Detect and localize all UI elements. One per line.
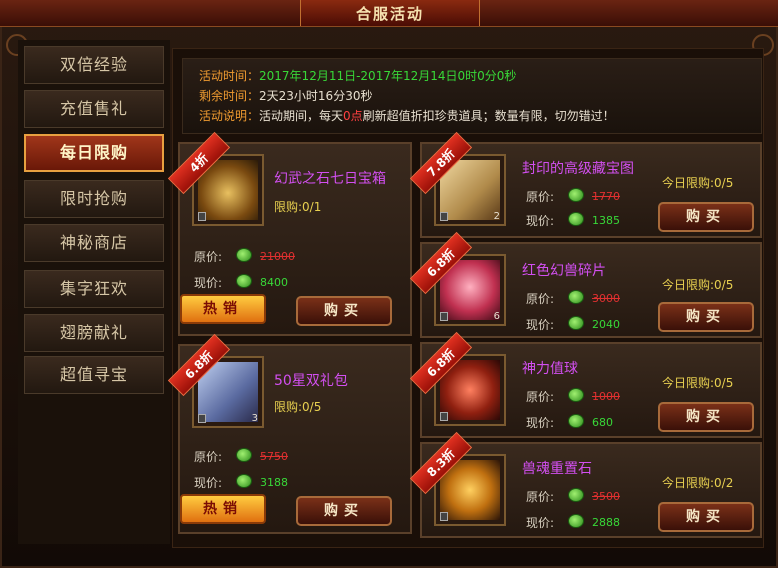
daily-limit: 今日限购:0/2 xyxy=(662,476,734,490)
lock-icon xyxy=(440,512,448,521)
purchase-limit: 限购:0/5 xyxy=(274,400,322,414)
jade-coin-icon xyxy=(236,448,252,462)
sidebar-item-wings-gift[interactable]: 翅膀献礼 xyxy=(24,314,164,352)
original-price-label: 原价: xyxy=(526,292,555,306)
lock-icon xyxy=(198,414,206,423)
current-price: 8400 xyxy=(260,276,288,289)
current-price: 1385 xyxy=(592,214,620,227)
lock-icon xyxy=(440,312,448,321)
current-price-label: 现价: xyxy=(526,516,555,530)
original-price: 3000 xyxy=(592,292,620,305)
jade-coin-icon xyxy=(568,188,584,202)
remaining-time-label: 剩余时间： xyxy=(199,89,260,103)
buy-button[interactable]: 购买 xyxy=(296,296,392,326)
product-card: 8.3折 兽魂重置石 原价: 3500 现价: 2888 今日限购:0/2 购买 xyxy=(409,431,762,538)
product-card: 6.8折 神力值球 原价: 1000 现价: 680 今日限购:0/5 购买 xyxy=(409,331,762,438)
activity-desc-line: 活动说明：活动期间，每天0点刷新超值折扣珍贵道具；数量有限，切勿错过！ xyxy=(199,107,615,124)
current-price-label: 现价: xyxy=(526,318,555,332)
current-price-label: 现价: xyxy=(194,276,223,290)
original-price: 5750 xyxy=(260,450,288,463)
jade-coin-icon xyxy=(236,248,252,262)
product-card: 4折 幻武之石七日宝箱 限购:0/1 原价: 21000 现价: 8400 热销… xyxy=(167,131,412,336)
product-name: 幻武之石七日宝箱 xyxy=(274,171,386,187)
sidebar-item-mystery-shop[interactable]: 神秘商店 xyxy=(24,224,164,262)
remaining-time-line: 剩余时间：2天23小时16分30秒 xyxy=(199,87,372,104)
product-name: 神力值球 xyxy=(522,361,578,377)
buy-button[interactable]: 购买 xyxy=(296,496,392,526)
lock-icon xyxy=(198,212,206,221)
original-price-label: 原价: xyxy=(194,450,223,464)
buy-button[interactable]: 购买 xyxy=(658,402,754,432)
activity-time-label: 活动时间： xyxy=(199,69,260,83)
jade-coin-icon xyxy=(236,274,252,288)
item-quantity: 6 xyxy=(493,311,500,322)
original-price-label: 原价: xyxy=(194,250,223,264)
activity-time-value: 2017年12月11日-2017年12月14日0时0分0秒 xyxy=(259,69,517,83)
purchase-limit: 限购:0/1 xyxy=(274,200,322,214)
original-price: 1770 xyxy=(592,190,620,203)
sidebar-item-flash-sale[interactable]: 限时抢购 xyxy=(24,180,164,218)
daily-limit: 今日限购:0/5 xyxy=(662,376,734,390)
title-bar: 合服活动 xyxy=(0,0,778,27)
activity-desc-label: 活动说明： xyxy=(199,109,260,123)
current-price: 2040 xyxy=(592,318,620,331)
jade-coin-icon xyxy=(568,514,584,528)
product-name: 封印的高级藏宝图 xyxy=(522,161,634,177)
activity-desc-text-2: 刷新超值折扣珍贵道具；数量有限，切勿错过！ xyxy=(362,109,615,123)
lock-icon xyxy=(440,412,448,421)
activity-desc-highlight: 0点 xyxy=(343,109,363,123)
current-price-label: 现价: xyxy=(194,476,223,490)
current-price: 680 xyxy=(592,416,613,429)
jade-coin-icon xyxy=(568,316,584,330)
current-price: 3188 xyxy=(260,476,288,489)
activity-info: 活动时间：2017年12月11日-2017年12月14日0时0分0秒 剩余时间：… xyxy=(182,58,762,134)
product-card: 3 6.8折 50星双礼包 限购:0/5 原价: 5750 现价: 3188 热… xyxy=(167,333,412,534)
sidebar-item-treasure-hunt[interactable]: 超值寻宝 xyxy=(24,356,164,394)
hot-sale-badge: 热销 xyxy=(180,494,266,524)
product-name: 兽魂重置石 xyxy=(522,461,592,477)
sidebar-item-daily-limit[interactable]: 每日限购 xyxy=(24,134,164,172)
original-price: 3500 xyxy=(592,490,620,503)
original-price-label: 原价: xyxy=(526,490,555,504)
original-price-label: 原价: xyxy=(526,390,555,404)
lock-icon xyxy=(440,212,448,221)
jade-coin-icon xyxy=(568,388,584,402)
daily-limit: 今日限购:0/5 xyxy=(662,176,734,190)
sidebar-item-collect-words[interactable]: 集字狂欢 xyxy=(24,270,164,308)
product-name: 红色幻兽碎片 xyxy=(522,263,606,279)
current-price-label: 现价: xyxy=(526,416,555,430)
sidebar-item-double-exp[interactable]: 双倍经验 xyxy=(24,46,164,84)
item-quantity: 2 xyxy=(493,211,500,222)
jade-coin-icon xyxy=(568,212,584,226)
product-card: 6 6.8折 红色幻兽碎片 原价: 3000 现价: 2040 今日限购:0/5… xyxy=(409,231,762,338)
activity-desc-text: 活动期间，每天 xyxy=(259,109,344,123)
original-price-label: 原价: xyxy=(526,190,555,204)
sidebar-item-recharge-gift[interactable]: 充值售礼 xyxy=(24,90,164,128)
title-plaque: 合服活动 xyxy=(300,0,480,26)
product-card: 2 7.8折 封印的高级藏宝图 原价: 1770 现价: 1385 今日限购:0… xyxy=(409,131,762,238)
remaining-time-value: 2天23小时16分30秒 xyxy=(259,89,373,103)
jade-coin-icon xyxy=(568,488,584,502)
original-price: 1000 xyxy=(592,390,620,403)
item-quantity: 3 xyxy=(251,413,258,424)
buy-button[interactable]: 购买 xyxy=(658,502,754,532)
buy-button[interactable]: 购买 xyxy=(658,202,754,232)
activity-time-line: 活动时间：2017年12月11日-2017年12月14日0时0分0秒 xyxy=(199,67,516,84)
current-price: 2888 xyxy=(592,516,620,529)
window-title: 合服活动 xyxy=(355,5,424,23)
daily-limit: 今日限购:0/5 xyxy=(662,278,734,292)
current-price-label: 现价: xyxy=(526,214,555,228)
sidebar: 双倍经验 充值售礼 每日限购 限时抢购 神秘商店 集字狂欢 翅膀献礼 超值寻宝 xyxy=(18,40,170,544)
jade-coin-icon xyxy=(236,474,252,488)
buy-button[interactable]: 购买 xyxy=(658,302,754,332)
product-name: 50星双礼包 xyxy=(274,373,348,389)
jade-coin-icon xyxy=(568,290,584,304)
original-price: 21000 xyxy=(260,250,295,263)
jade-coin-icon xyxy=(568,414,584,428)
hot-sale-badge: 热销 xyxy=(180,294,266,324)
